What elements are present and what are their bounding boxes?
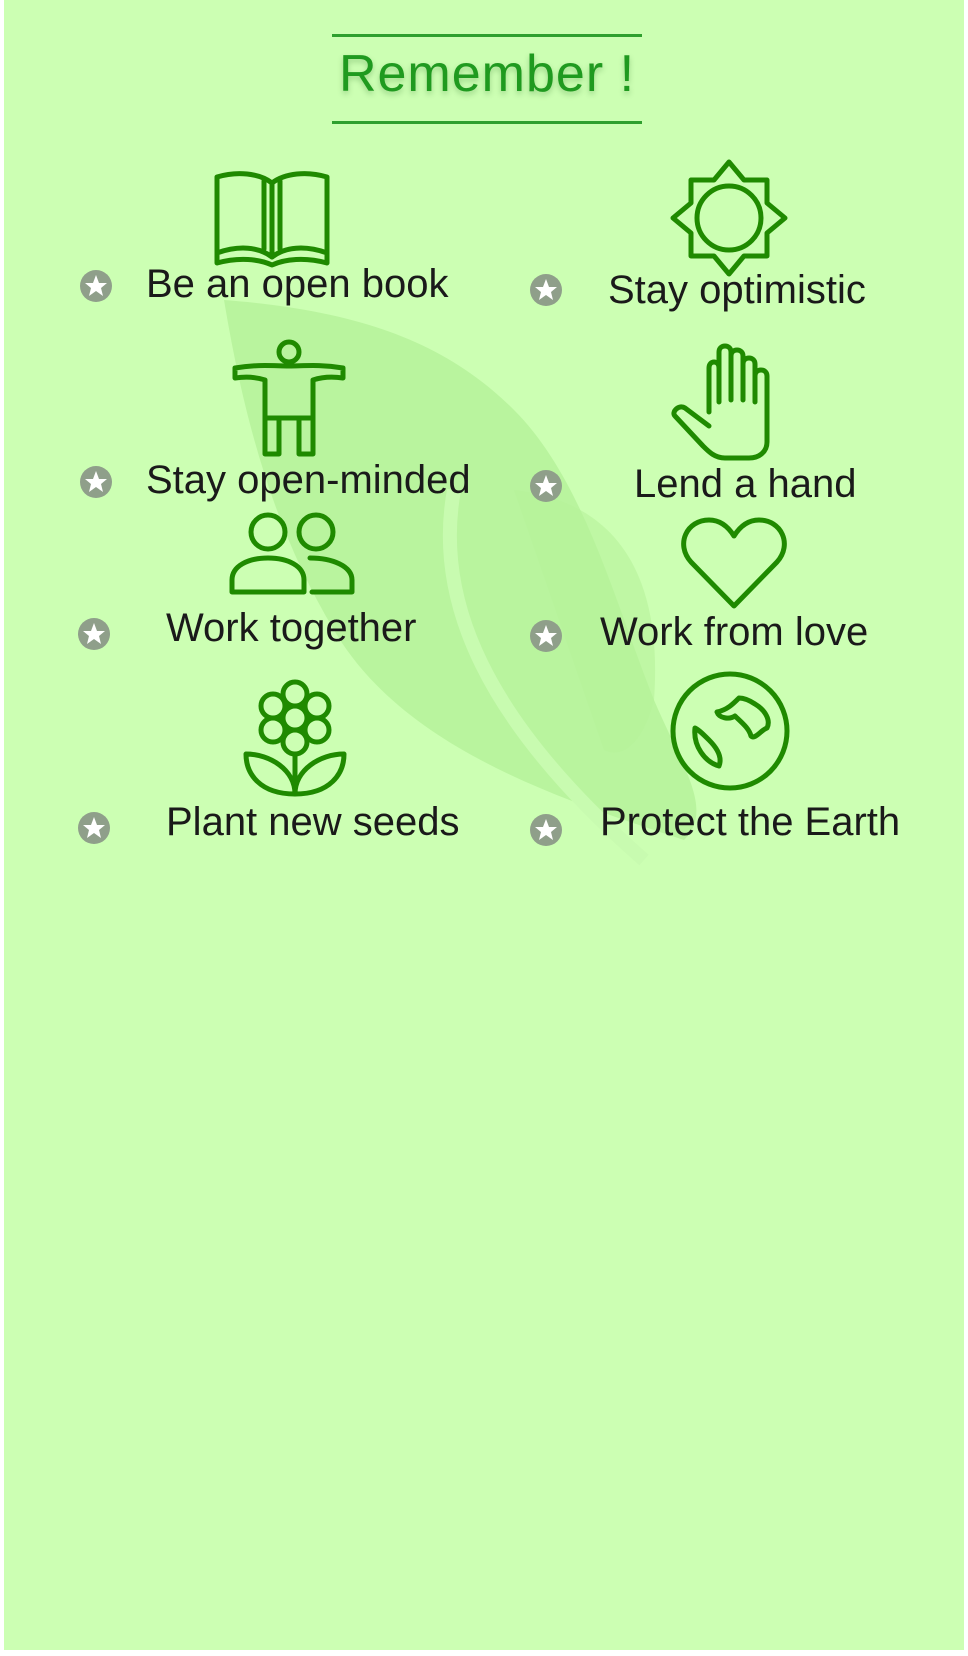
item-label: Stay open-minded bbox=[146, 458, 471, 502]
open-arms-person-icon bbox=[229, 338, 349, 458]
star-icon bbox=[78, 812, 110, 844]
item-label: Lend a hand bbox=[634, 462, 857, 506]
star-icon bbox=[80, 466, 112, 498]
flower-icon bbox=[240, 678, 350, 798]
star-icon bbox=[530, 620, 562, 652]
title-bottom-rule bbox=[332, 121, 642, 124]
item-label: Work from love bbox=[600, 610, 869, 654]
page-title: Remember ! bbox=[338, 45, 636, 103]
open-book-icon bbox=[209, 165, 339, 270]
star-icon bbox=[530, 274, 562, 306]
item-label: Stay optimistic bbox=[608, 268, 866, 312]
item-label: Work together bbox=[166, 606, 417, 650]
sun-icon bbox=[669, 158, 789, 278]
item-label: Protect the Earth bbox=[600, 800, 901, 844]
remember-card: Remember ! Be an open book Stay optimist… bbox=[4, 0, 964, 1650]
star-icon bbox=[530, 814, 562, 846]
title-top-rule bbox=[332, 34, 642, 37]
star-icon bbox=[80, 270, 112, 302]
hand-icon bbox=[669, 342, 784, 462]
star-icon bbox=[78, 618, 110, 650]
earth-icon bbox=[669, 670, 791, 792]
item-label: Plant new seeds bbox=[166, 800, 460, 844]
item-label: Be an open book bbox=[146, 262, 449, 306]
people-icon bbox=[228, 512, 358, 597]
title-block: Remember ! bbox=[332, 32, 642, 128]
heart-icon bbox=[679, 516, 789, 611]
star-icon bbox=[530, 470, 562, 502]
